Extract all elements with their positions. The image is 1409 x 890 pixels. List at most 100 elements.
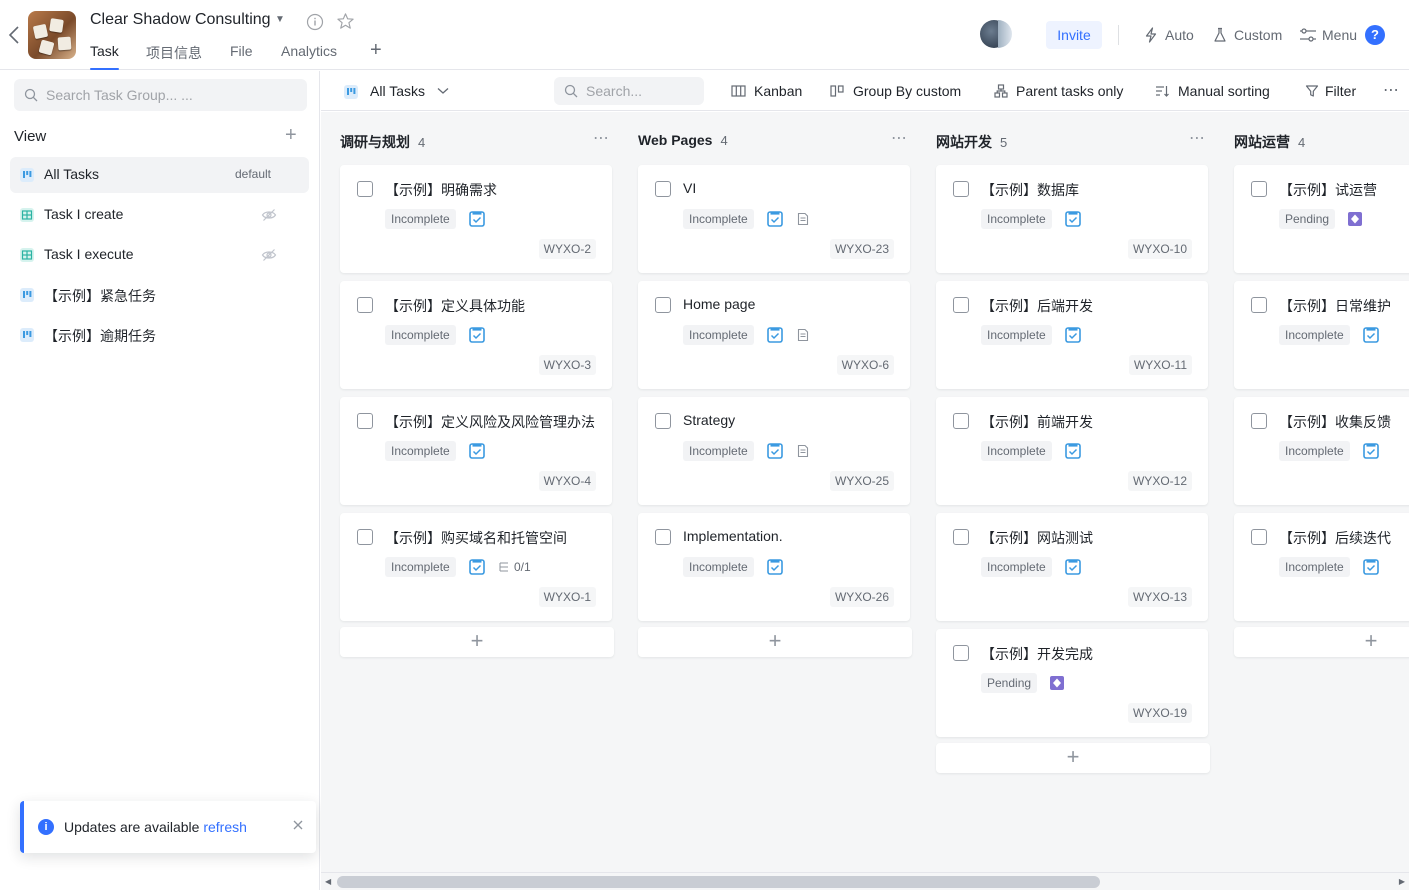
task-checkbox[interactable] <box>953 297 969 313</box>
add-tab-icon[interactable]: + <box>370 39 382 62</box>
add-task-button[interactable]: + <box>340 627 614 657</box>
task-status-badge[interactable]: Incomplete <box>1279 441 1350 461</box>
auto-button[interactable]: Auto <box>1143 25 1198 45</box>
member-avatars[interactable] <box>980 20 1012 50</box>
sidebar-item-urgent-tasks[interactable]: 【示例】紧急任务 <box>10 277 309 313</box>
task-status-badge[interactable]: Incomplete <box>385 209 456 229</box>
task-status-badge[interactable]: Incomplete <box>1279 557 1350 577</box>
sidebar-item-all-tasks[interactable]: All Tasks default <box>10 157 309 193</box>
task-status-badge[interactable]: Incomplete <box>683 441 754 461</box>
task-card[interactable]: 【示例】后续迭代 Incomplete <box>1234 513 1409 621</box>
task-card[interactable]: 【示例】日常维护 Incomplete <box>1234 281 1409 389</box>
search-input[interactable] <box>46 79 301 111</box>
task-checkbox[interactable] <box>655 181 671 197</box>
task-card[interactable]: 【示例】购买域名和托管空间 Incomplete 0/1 WYXO-1 <box>340 513 612 621</box>
task-card[interactable]: 【示例】网站测试 Incomplete WYXO-13 <box>936 513 1208 621</box>
more-options-icon[interactable]: ⋯ <box>1383 71 1401 111</box>
sidebar-item-task-i-execute[interactable]: Task I execute <box>10 237 309 273</box>
sidebar-item-task-i-create[interactable]: Task I create <box>10 197 309 233</box>
scroll-left-icon[interactable]: ◀ <box>325 877 331 886</box>
add-task-button[interactable]: + <box>638 627 912 657</box>
eye-off-icon[interactable] <box>261 247 277 263</box>
task-card[interactable]: 【示例】开发完成 Pending WYXO-19 <box>936 629 1208 737</box>
task-card[interactable]: 【示例】明确需求 Incomplete WYXO-2 <box>340 165 612 273</box>
tab-analytics[interactable]: Analytics <box>281 43 337 70</box>
task-card[interactable]: 【示例】定义风险及风险管理办法 Incomplete WYXO-4 <box>340 397 612 505</box>
task-status-badge[interactable]: Pending <box>1279 209 1336 229</box>
column-more-icon[interactable]: ⋯ <box>593 128 610 148</box>
kanban-view-button[interactable]: Kanban <box>731 71 811 111</box>
task-checkbox[interactable] <box>655 413 671 429</box>
task-card[interactable]: 【示例】前端开发 Incomplete WYXO-12 <box>936 397 1208 505</box>
task-card[interactable]: Home page Incomplete WYXO-6 <box>638 281 910 389</box>
custom-button[interactable]: Custom <box>1212 25 1284 45</box>
task-card[interactable]: Strategy Incomplete WYXO-25 <box>638 397 910 505</box>
task-status-badge[interactable]: Incomplete <box>981 325 1052 345</box>
tab-task[interactable]: Task <box>90 43 119 70</box>
task-type-icon <box>767 559 783 575</box>
task-status-badge[interactable]: Incomplete <box>683 557 754 577</box>
task-checkbox[interactable] <box>953 645 969 661</box>
task-checkbox[interactable] <box>953 181 969 197</box>
task-checkbox[interactable] <box>357 529 373 545</box>
view-selector[interactable]: All Tasks <box>343 71 451 111</box>
task-checkbox[interactable] <box>953 413 969 429</box>
add-task-button[interactable]: + <box>936 743 1210 773</box>
column-more-icon[interactable]: ⋯ <box>1189 128 1206 148</box>
caret-down-icon[interactable]: ▼ <box>275 14 285 25</box>
sorting-button[interactable]: Manual sorting <box>1155 71 1283 111</box>
filter-button[interactable]: Filter <box>1305 71 1367 111</box>
task-checkbox[interactable] <box>1251 529 1267 545</box>
eye-off-icon[interactable] <box>261 207 277 223</box>
task-card[interactable]: 【示例】定义具体功能 Incomplete WYXO-3 <box>340 281 612 389</box>
task-status-badge[interactable]: Incomplete <box>981 441 1052 461</box>
task-checkbox[interactable] <box>357 181 373 197</box>
task-card[interactable]: 【示例】试运营 Pending <box>1234 165 1409 273</box>
sidebar-item-overdue-tasks[interactable]: 【示例】逾期任务 <box>10 317 309 353</box>
task-checkbox[interactable] <box>655 297 671 313</box>
task-checkbox[interactable] <box>1251 413 1267 429</box>
help-icon[interactable]: ? <box>1365 25 1385 45</box>
task-card[interactable]: 【示例】收集反馈 Incomplete <box>1234 397 1409 505</box>
menu-button[interactable]: Menu <box>1299 25 1359 45</box>
auto-label: Auto <box>1165 27 1194 43</box>
task-status-badge[interactable]: Incomplete <box>385 557 456 577</box>
star-icon[interactable] <box>336 12 355 31</box>
task-status-badge[interactable]: Incomplete <box>385 441 456 461</box>
task-card[interactable]: 【示例】后端开发 Incomplete WYXO-11 <box>936 281 1208 389</box>
kanban-column: 网站运营4⋯【示例】试运营Pending【示例】日常维护Incomplete【示… <box>1234 112 1409 872</box>
task-status-badge[interactable]: Incomplete <box>683 209 754 229</box>
refresh-link[interactable]: refresh <box>203 819 247 835</box>
task-status-badge[interactable]: Incomplete <box>981 209 1052 229</box>
back-chevron-icon[interactable] <box>6 24 22 46</box>
task-status-badge[interactable]: Incomplete <box>1279 325 1350 345</box>
task-status-badge[interactable]: Incomplete <box>981 557 1052 577</box>
task-status-badge[interactable]: Incomplete <box>385 325 456 345</box>
tab-project-info[interactable]: 项目信息 <box>146 43 202 70</box>
project-title[interactable]: Clear Shadow Consulting <box>90 11 271 29</box>
search-input[interactable] <box>586 77 698 105</box>
task-card[interactable]: VI Incomplete WYXO-23 <box>638 165 910 273</box>
parent-tasks-only-button[interactable]: Parent tasks only <box>994 71 1134 111</box>
close-icon[interactable] <box>290 817 306 833</box>
invite-button[interactable]: Invite <box>1046 21 1102 49</box>
task-checkbox[interactable] <box>1251 297 1267 313</box>
task-checkbox[interactable] <box>357 297 373 313</box>
task-checkbox[interactable] <box>357 413 373 429</box>
task-status-badge[interactable]: Incomplete <box>683 325 754 345</box>
task-status-badge[interactable]: Pending <box>981 673 1038 693</box>
scrollbar-thumb[interactable] <box>337 876 1100 888</box>
tab-file[interactable]: File <box>230 43 253 70</box>
add-task-button[interactable]: + <box>1234 627 1409 657</box>
column-more-icon[interactable]: ⋯ <box>891 128 908 148</box>
horizontal-scrollbar[interactable]: ◀ ▶ <box>321 872 1409 890</box>
task-checkbox[interactable] <box>655 529 671 545</box>
group-by-button[interactable]: Group By custom <box>830 71 975 111</box>
add-view-icon[interactable]: + <box>285 124 297 147</box>
task-card[interactable]: 【示例】数据库 Incomplete WYXO-10 <box>936 165 1208 273</box>
task-checkbox[interactable] <box>1251 181 1267 197</box>
info-icon[interactable] <box>306 13 324 31</box>
task-card[interactable]: Implementation. Incomplete WYXO-26 <box>638 513 910 621</box>
scroll-right-icon[interactable]: ▶ <box>1399 877 1405 886</box>
task-checkbox[interactable] <box>953 529 969 545</box>
